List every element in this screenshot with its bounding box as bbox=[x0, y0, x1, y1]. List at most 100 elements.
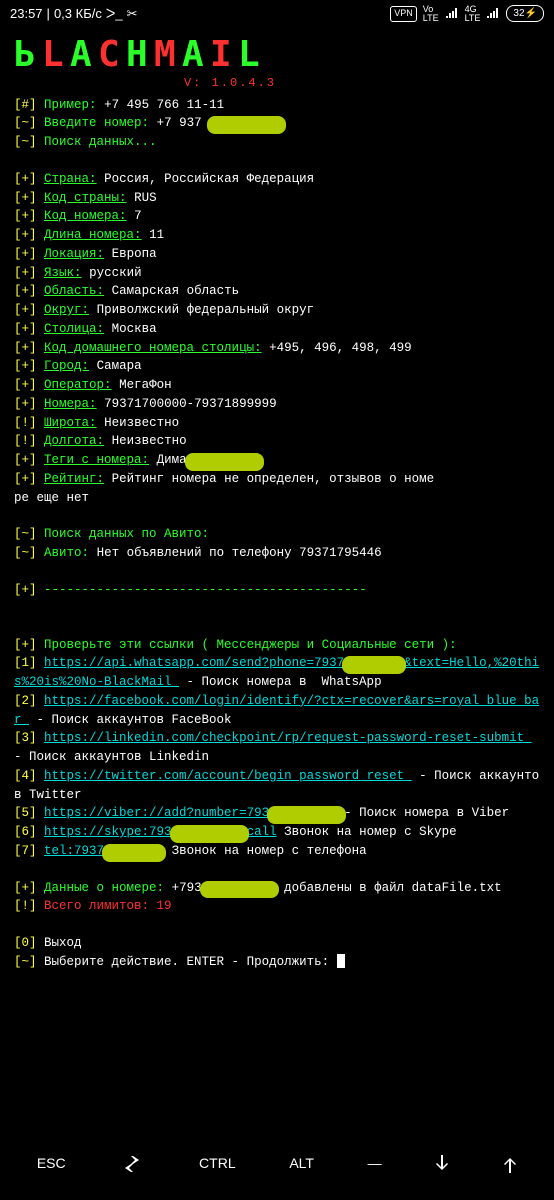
value-region: Самарская область bbox=[112, 284, 240, 298]
status-right: VPN VoLTE 4GLTE 32⚡ bbox=[390, 5, 544, 23]
label-number-code: Код номера: bbox=[44, 209, 127, 223]
value-language: русский bbox=[89, 266, 142, 280]
value-operator: МегаФон bbox=[119, 378, 172, 392]
value-city: Самара bbox=[97, 359, 142, 373]
value-location: Европа bbox=[112, 247, 157, 261]
ctrl-key[interactable]: CTRL bbox=[199, 1153, 236, 1174]
value-country: Россия, Российская Федерация bbox=[104, 172, 314, 186]
redacted-tag bbox=[187, 451, 262, 470]
app-logo: Ь L A C H M A I L bbox=[0, 28, 554, 74]
link7-desc: Звонок на номер с телефона bbox=[164, 844, 367, 858]
exit-option[interactable]: Выход bbox=[44, 936, 82, 950]
cursor-icon[interactable] bbox=[337, 954, 345, 968]
svg-text:L: L bbox=[238, 34, 262, 74]
label-example: Пример: bbox=[44, 98, 97, 112]
redacted-link1 bbox=[344, 654, 404, 673]
link-skype[interactable]: https://skype:793 call bbox=[44, 825, 277, 839]
svg-text:L: L bbox=[42, 34, 66, 74]
label-longitude: Долгота: bbox=[44, 434, 104, 448]
value-numbers: 79371700000-79371899999 bbox=[104, 397, 277, 411]
rating-tail: ре еще нет bbox=[14, 491, 89, 505]
battery-badge: 32⚡ bbox=[506, 5, 544, 22]
value-latitude: Неизвестно bbox=[104, 416, 179, 430]
label-number-len: Длина номера: bbox=[44, 228, 142, 242]
label-city: Город: bbox=[44, 359, 89, 373]
label-latitude: Широта: bbox=[44, 416, 97, 430]
label-location: Локация: bbox=[44, 247, 104, 261]
added-number: +793 bbox=[172, 881, 202, 895]
value-rating: Рейтинг номера не определен, отзывов о н… bbox=[112, 472, 435, 486]
link-twitter[interactable]: https://twitter.com/account/begin_passwo… bbox=[44, 769, 412, 783]
link5-desc: - Поиск номера в Viber bbox=[344, 806, 509, 820]
added-to-file: добавлены в файл dataFile.txt bbox=[284, 881, 502, 895]
label-home-code: Код домашнего номера столицы: bbox=[44, 341, 262, 355]
svg-text:H: H bbox=[126, 34, 150, 74]
status-left: 23:57 | 0,3 КБ/с ᐳ_ ✂ bbox=[10, 4, 137, 24]
value-longitude: Неизвестно bbox=[112, 434, 187, 448]
link1-desc: - Поиск номера в WhatsApp bbox=[179, 675, 382, 689]
esc-key[interactable]: ESC bbox=[37, 1153, 66, 1174]
terminal-output: [#] Пример: +7 495 766 11-11 [~] Введите… bbox=[0, 92, 554, 976]
status-bar: 23:57 | 0,3 КБ/с ᐳ_ ✂ VPN VoLTE 4GLTE 32… bbox=[0, 0, 554, 28]
divider-dashes: ----------------------------------------… bbox=[44, 583, 367, 597]
keyboard-bar: ESC CTRL ALT — bbox=[0, 1139, 554, 1200]
searching-text: Поиск данных... bbox=[44, 135, 157, 149]
value-country-code: RUS bbox=[134, 191, 157, 205]
value-home-code: +495, 496, 498, 499 bbox=[269, 341, 412, 355]
link-linkedin[interactable]: https://linkedin.com/checkpoint/rp/reque… bbox=[44, 731, 532, 745]
value-number-len: 11 bbox=[149, 228, 164, 242]
redacted-added bbox=[202, 879, 277, 898]
label-district: Округ: bbox=[44, 303, 89, 317]
label-avito-search: Поиск данных по Авито: bbox=[44, 527, 209, 541]
label-language: Язык: bbox=[44, 266, 82, 280]
limits-text: Всего лимитов: 19 bbox=[44, 899, 172, 913]
value-avito: Нет объявлений по телефону 79371795446 bbox=[97, 546, 382, 560]
label-avito: Авито: bbox=[44, 546, 89, 560]
redacted-link5 bbox=[269, 804, 344, 823]
example-number: +7 495 766 11-11 bbox=[104, 98, 224, 112]
label-country-code: Код страны: bbox=[44, 191, 127, 205]
value-tag-name: Дима bbox=[157, 453, 187, 467]
value-number-code: 7 bbox=[134, 209, 142, 223]
redacted-link6 bbox=[172, 823, 247, 842]
svg-text:C: C bbox=[98, 34, 122, 74]
link-viber[interactable]: https://viber://add?number=793 bbox=[44, 806, 344, 820]
svg-text:I: I bbox=[210, 34, 234, 74]
label-capital: Столица: bbox=[44, 322, 104, 336]
link-tel[interactable]: tel:7937 bbox=[44, 844, 164, 858]
lte-icon: 4GLTE bbox=[465, 5, 481, 23]
link2-desc: - Поиск аккаунтов FaceBook bbox=[29, 713, 232, 727]
signal-icon-2 bbox=[486, 8, 500, 20]
entered-prefix: +7 937 bbox=[157, 116, 202, 130]
up-arrow-key[interactable] bbox=[503, 1155, 517, 1173]
label-region: Область: bbox=[44, 284, 104, 298]
svg-text:A: A bbox=[182, 34, 206, 74]
alt-key[interactable]: ALT bbox=[289, 1153, 314, 1174]
status-time: 23:57 bbox=[10, 4, 43, 24]
terminal-icon: ᐳ_ bbox=[106, 4, 123, 24]
label-check-links: Проверьте эти ссылки ( Мессенджеры и Соц… bbox=[44, 638, 457, 652]
dash-key[interactable]: — bbox=[368, 1153, 382, 1174]
choose-action: Выберите действие. ENTER - Продолжить: bbox=[44, 955, 329, 969]
signal-icon bbox=[445, 8, 459, 20]
tab-key[interactable] bbox=[119, 1156, 145, 1172]
label-country: Страна: bbox=[44, 172, 97, 186]
redacted-link7 bbox=[104, 842, 164, 861]
value-capital: Москва bbox=[112, 322, 157, 336]
label-tags: Теги с номера: bbox=[44, 453, 149, 467]
label-data-about: Данные о номере: bbox=[44, 881, 164, 895]
label-numbers: Номера: bbox=[44, 397, 97, 411]
svg-text:M: M bbox=[154, 34, 178, 74]
label-enter-number: Введите номер: bbox=[44, 116, 149, 130]
redacted-number bbox=[209, 114, 284, 133]
volte-icon: VoLTE bbox=[423, 5, 439, 23]
status-speed: 0,3 КБ/с bbox=[54, 4, 102, 24]
svg-text:A: A bbox=[70, 34, 94, 74]
down-arrow-key[interactable] bbox=[435, 1155, 449, 1173]
scissors-icon: ✂ bbox=[127, 4, 138, 24]
link6-desc: Звонок на номер с Skype bbox=[277, 825, 457, 839]
svg-text:Ь: Ь bbox=[14, 34, 38, 74]
label-operator: Оператор: bbox=[44, 378, 112, 392]
label-rating: Рейтинг: bbox=[44, 472, 104, 486]
vpn-badge: VPN bbox=[390, 6, 417, 22]
